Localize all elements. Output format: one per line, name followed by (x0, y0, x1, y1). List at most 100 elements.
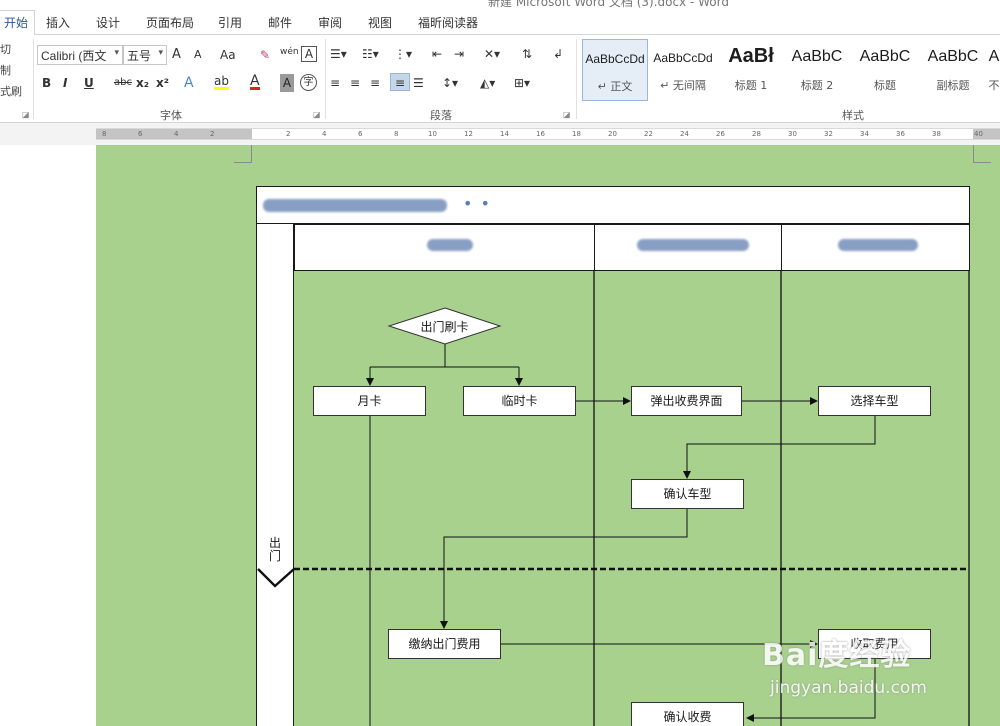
node-fee-popup[interactable]: 弹出收费界面 (631, 386, 742, 416)
tab-review[interactable]: 审阅 (318, 14, 342, 31)
cut-button[interactable]: 切 (0, 41, 11, 57)
underline-button[interactable]: U (84, 74, 94, 92)
highlight-button[interactable]: ab (214, 72, 229, 90)
ruler-tick: 12 (464, 130, 473, 138)
ruler-tick: 34 (860, 130, 869, 138)
tab-insert[interactable]: 插入 (46, 14, 70, 31)
style-name: 副标题 (936, 79, 970, 92)
tab-page-layout[interactable]: 页面布局 (146, 14, 194, 31)
horizontal-ruler[interactable]: 8 6 4 2 2 4 6 8 10 12 14 16 18 20 22 24 … (0, 123, 1000, 145)
italic-button[interactable]: I (63, 74, 67, 92)
subscript-button[interactable]: x₂ (136, 74, 149, 92)
enclose-characters-button[interactable]: 字 (300, 74, 317, 91)
copy-button[interactable]: 制 (0, 62, 11, 78)
ruler-tick: 8 (102, 130, 107, 138)
ruler-tick: 10 (428, 130, 437, 138)
ribbon-tabs: 开始 插入 设计 页面布局 引用 邮件 审阅 视图 福昕阅读器 (0, 8, 1000, 38)
node-temporary-card[interactable]: 临时卡 (463, 386, 576, 416)
align-left-icon[interactable]: ≡ (330, 74, 340, 92)
style-title[interactable]: AaBbC 标题 (852, 39, 918, 101)
node-monthly-card[interactable]: 月卡 (313, 386, 426, 416)
grow-font-button[interactable]: A (172, 46, 181, 64)
format-painter-button[interactable]: 式刷 (0, 83, 22, 99)
ruler-tick: 26 (716, 130, 725, 138)
multilevel-list-icon[interactable]: ⋮▾ (394, 45, 412, 63)
shading-icon[interactable]: ◭▾ (480, 74, 495, 92)
style-heading-2[interactable]: AaBbC 标题 2 (784, 39, 850, 101)
paragraph-group-label: 段落 (430, 109, 452, 122)
font-size-value: 五号 (127, 49, 152, 63)
style-name: 标题 1 (734, 79, 768, 92)
watermark-url: jingyan.baidu.com (770, 678, 927, 698)
tab-design[interactable]: 设计 (96, 14, 120, 31)
style-sample: AaBbC (927, 48, 979, 65)
ruler-tick: 14 (500, 130, 509, 138)
phase-chevron (257, 568, 295, 588)
ruler-tick: 22 (644, 130, 653, 138)
paragraph-launcher-icon[interactable]: ◪ (563, 110, 571, 119)
justify-icon[interactable]: ≡ (390, 73, 410, 91)
group-divider (576, 39, 577, 119)
ruler-tick: 40 (974, 130, 983, 138)
increase-indent-icon[interactable]: ⇥ (454, 45, 464, 63)
character-border-button[interactable]: A (301, 46, 317, 62)
style-sample: A (988, 48, 1000, 65)
node-pay-exit-fee[interactable]: 缴纳出门费用 (388, 629, 501, 659)
tab-view[interactable]: 视图 (368, 14, 392, 31)
numbering-icon[interactable]: ☷▾ (362, 45, 379, 63)
text-effects-button[interactable]: A (184, 74, 194, 92)
watermark-brand: Bai度经验 (762, 638, 912, 673)
style-sample: AaBł (728, 45, 774, 67)
group-divider (33, 39, 34, 119)
chevron-down-icon: ▾ (114, 47, 119, 57)
line-spacing-icon[interactable]: ↕▾ (442, 74, 458, 92)
font-color-button[interactable]: A (250, 72, 260, 90)
distributed-icon[interactable]: ☰ (413, 74, 424, 92)
change-case-button[interactable]: Aa (220, 46, 236, 64)
tab-references[interactable]: 引用 (218, 14, 242, 31)
style-name: 标题 2 (800, 79, 834, 92)
sort-icon[interactable]: ⇅ (522, 45, 532, 63)
ruler-track: 8 6 4 2 2 4 6 8 10 12 14 16 18 20 22 24 … (96, 128, 1000, 140)
phonetic-guide-button[interactable]: wén (280, 43, 299, 61)
ruler-tick: 6 (138, 130, 143, 138)
bold-button[interactable]: B (42, 74, 51, 92)
bullets-icon[interactable]: ☰▾ (330, 45, 347, 63)
style-sample: AaBbCcDd (653, 51, 713, 65)
decrease-indent-icon[interactable]: ⇤ (432, 45, 442, 63)
node-confirm-collection[interactable]: 确认收费 (631, 702, 744, 726)
borders-icon[interactable]: ⊞▾ (514, 74, 530, 92)
align-right-icon[interactable]: ≡ (370, 74, 380, 92)
shrink-font-button[interactable]: A (194, 46, 202, 64)
document-left-gutter (0, 145, 96, 726)
clear-formatting-icon[interactable]: ✎ (260, 46, 270, 64)
style-heading-1[interactable]: AaBł 标题 1 (718, 39, 784, 101)
strikethrough-button[interactable]: abc (114, 74, 132, 92)
clipboard-launcher-icon[interactable]: ◪ (22, 110, 30, 119)
style-name: 标题 (874, 79, 896, 92)
node-confirm-vehicle-type[interactable]: 确认车型 (631, 479, 744, 509)
font-name-select[interactable]: Calibri (西文 ▾ (37, 45, 123, 65)
style-normal[interactable]: AaBbCcDd ↵ 正文 (582, 39, 648, 101)
style-more[interactable]: A 不 (988, 39, 1000, 101)
tab-mailings[interactable]: 邮件 (268, 14, 292, 31)
superscript-button[interactable]: x² (156, 74, 169, 92)
ruler-tick: 32 (824, 130, 833, 138)
show-marks-icon[interactable]: ↲ (553, 45, 563, 63)
chinese-layout-icon[interactable]: ✕▾ (484, 45, 500, 63)
tab-foxit-reader[interactable]: 福昕阅读器 (418, 14, 478, 31)
font-launcher-icon[interactable]: ◪ (313, 110, 321, 119)
align-center-icon[interactable]: ≡ (350, 74, 360, 92)
node-swipe-card[interactable]: 出门刷卡 (389, 318, 500, 336)
ruler-tick: 6 (358, 130, 363, 138)
ruler-tick: 2 (286, 130, 291, 138)
tab-home[interactable]: 开始 (0, 10, 36, 38)
title-bar: 新建 Microsoft Word 文档 (3).docx - Word (0, 0, 1000, 9)
ruler-tick: 4 (174, 130, 179, 138)
character-shading-button[interactable]: A (280, 74, 294, 92)
style-subtitle[interactable]: AaBbC 副标题 (920, 39, 986, 101)
font-size-select[interactable]: 五号 ▾ (123, 45, 167, 65)
style-no-spacing[interactable]: AaBbCcDd ↵ 无间隔 (650, 39, 716, 101)
ruler-tick: 30 (788, 130, 797, 138)
node-select-vehicle-type[interactable]: 选择车型 (818, 386, 931, 416)
